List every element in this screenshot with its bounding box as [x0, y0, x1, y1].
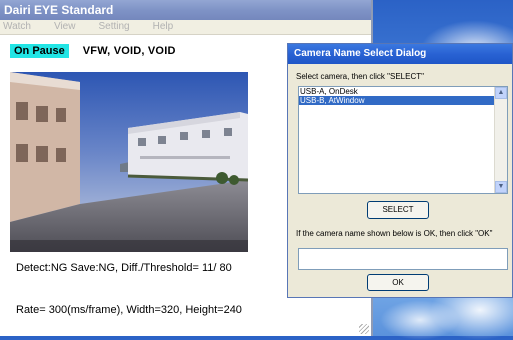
select-button[interactable]: SELECT — [367, 201, 429, 219]
channel-list: VFW, VOID, VOID — [82, 45, 176, 57]
menu-setting[interactable]: Setting — [95, 20, 135, 34]
pause-status-badge: On Pause — [10, 44, 69, 58]
scroll-up-icon[interactable]: ▲ — [495, 87, 507, 99]
main-window-title: Dairi EYE Standard — [0, 0, 371, 20]
select-prompt: Select camera, then click "SELECT" — [296, 72, 424, 81]
rate-status-text: Rate= 300(ms/frame), Width=320, Height=2… — [16, 304, 242, 316]
camera-name-field[interactable] — [298, 248, 508, 270]
camera-list-item-selected[interactable]: USB-B, AtWindow — [299, 96, 496, 105]
camera-list-item[interactable]: USB-A, OnDesk — [299, 87, 496, 96]
detect-status-text: Detect:NG Save:NG, Diff./Threshold= 11/ … — [16, 262, 232, 274]
menu-watch[interactable]: Watch — [0, 20, 37, 34]
camera-view — [10, 72, 248, 252]
menu-help[interactable]: Help — [150, 20, 180, 34]
listbox-scrollbar[interactable]: ▲ ▼ — [494, 87, 507, 193]
menu-bar: Watch View Setting Help — [0, 20, 371, 35]
resize-grip-icon[interactable] — [359, 324, 369, 334]
scroll-down-icon[interactable]: ▼ — [495, 181, 507, 193]
ok-button[interactable]: OK — [367, 274, 429, 291]
dialog-title: Camera Name Select Dialog — [288, 44, 512, 64]
camera-select-dialog: Camera Name Select Dialog Select camera,… — [287, 43, 513, 298]
menu-view[interactable]: View — [51, 20, 82, 34]
camera-frame-image — [10, 72, 248, 252]
status-row: On Pause VFW, VOID, VOID — [10, 44, 176, 58]
camera-listbox[interactable]: USB-A, OnDesk USB-B, AtWindow ▲ ▼ — [298, 86, 508, 194]
confirm-prompt: If the camera name shown below is OK, th… — [296, 229, 493, 238]
